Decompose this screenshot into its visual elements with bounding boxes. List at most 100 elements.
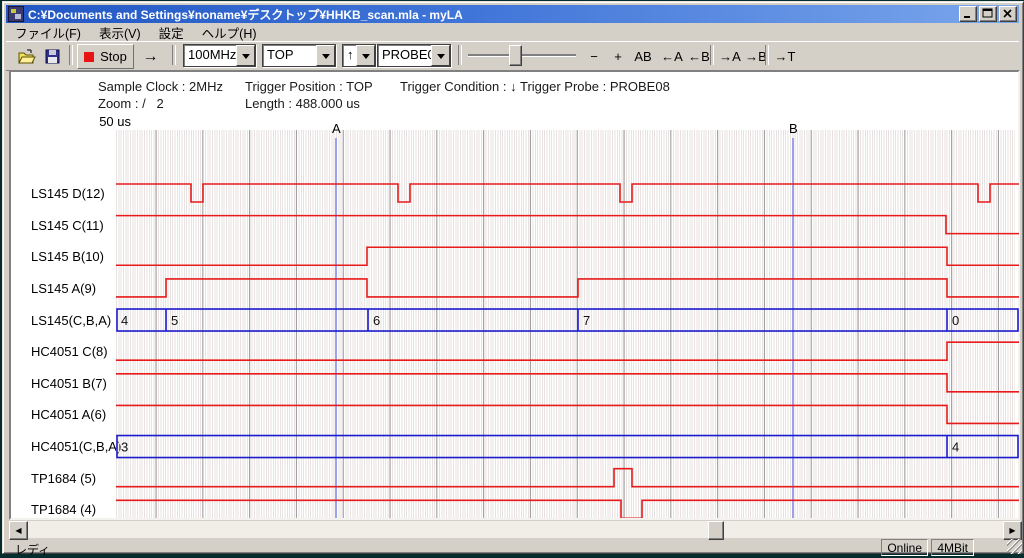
channel-label: LS145 D(12): [31, 186, 117, 201]
menu-item[interactable]: 設定: [150, 22, 193, 43]
chevron-down-icon[interactable]: [356, 45, 375, 66]
maximize-icon: [982, 8, 994, 20]
toolbar-button-A[interactable]: →A: [717, 44, 743, 69]
waveform-canvas[interactable]: 4 5 6 7 0 3 4: [116, 112, 1019, 518]
bus-trace: [117, 309, 1018, 331]
status-bar: レディ Online 4MBit: [6, 540, 1022, 555]
scroll-left-button[interactable]: ◀: [9, 521, 28, 540]
signal-trace: [116, 405, 1019, 423]
stop-button[interactable]: Stop: [77, 44, 134, 69]
horizontal-scrollbar[interactable]: ◀ ▶: [9, 521, 1020, 538]
info-trigger-position: Trigger Position : TOP: [245, 79, 373, 94]
status-memory-panel: 4MBit: [931, 539, 974, 556]
signal-trace: [116, 216, 1019, 234]
bus-trace: [117, 436, 1018, 458]
info-trigger-condition: Trigger Condition : ↓: [400, 79, 517, 94]
bus-value: 0: [952, 313, 959, 328]
toolbar-separator: [172, 45, 176, 65]
toolbar-separator: [458, 45, 462, 65]
channel-label: LS145 B(10): [31, 249, 117, 264]
bus-value: 4: [121, 313, 128, 328]
bus-value: 4: [952, 440, 959, 455]
toolbar-button-AB[interactable]: AB: [629, 44, 657, 69]
trigger-probe-combo[interactable]: PROBE00: [377, 44, 451, 67]
scrollbar-thumb[interactable]: [708, 521, 724, 540]
channel-label: LS145 A(9): [31, 281, 117, 296]
trigger-edge-value: ↑: [343, 45, 356, 66]
status-ready-text: レディ: [15, 541, 50, 558]
run-button[interactable]: →: [137, 44, 164, 69]
sample-clock-value: 100MHz: [184, 45, 236, 66]
zoom-slider-track[interactable]: [468, 54, 576, 57]
toolbar: Stop → 100MHz TOP ↑ PROBE00 −+AB←A←B→A→B…: [6, 41, 1019, 71]
signal-trace: [116, 469, 1019, 487]
waveform-client-area: Sample Clock : 2MHz Trigger Position : TO…: [9, 70, 1020, 520]
signal-trace: [116, 500, 1019, 518]
save-floppy-icon: [45, 49, 60, 64]
channel-label: TP1684 (5): [31, 471, 117, 486]
bus-value: 6: [373, 313, 380, 328]
arrow-right-icon: ▶: [1009, 526, 1015, 535]
bus-value: 3: [121, 440, 128, 455]
title-bar[interactable]: C:¥Documents and Settings¥noname¥デスクトップ¥…: [6, 5, 1019, 23]
toolbar-separator: [710, 45, 714, 65]
scroll-right-button[interactable]: ▶: [1003, 521, 1022, 540]
open-folder-icon: [18, 49, 36, 64]
stop-icon: [84, 52, 94, 62]
stop-label: Stop: [100, 49, 127, 64]
save-button[interactable]: [39, 44, 66, 69]
trigger-edge-combo[interactable]: ↑: [342, 44, 376, 67]
minimize-icon: [962, 8, 974, 20]
toolbar-button-T[interactable]: →T: [772, 44, 798, 69]
toolbar-button-[interactable]: −: [582, 44, 606, 69]
marker-b-label[interactable]: B: [789, 121, 798, 136]
window-title: C:¥Documents and Settings¥noname¥デスクトップ¥…: [28, 6, 957, 23]
signal-trace: [116, 184, 1019, 202]
chevron-down-icon[interactable]: [431, 45, 450, 66]
trigger-probe-value: PROBE00: [378, 45, 431, 66]
sample-clock-combo[interactable]: 100MHz: [183, 44, 256, 67]
channel-label: HC4051(C,B,A): [31, 439, 117, 454]
menu-item[interactable]: 表示(V): [90, 22, 150, 43]
close-icon: [1002, 8, 1014, 20]
signal-trace: [116, 374, 1019, 392]
signal-trace: [116, 342, 1019, 360]
zoom-slider-thumb[interactable]: [509, 45, 522, 66]
status-online-panel: Online: [881, 539, 928, 556]
chevron-down-icon[interactable]: [316, 45, 335, 66]
minimize-button[interactable]: [959, 6, 977, 22]
channel-label: HC4051 A(6): [31, 407, 117, 422]
channel-label: LS145 C(11): [31, 218, 117, 233]
toolbar-button-[interactable]: +: [606, 44, 630, 69]
resize-grip[interactable]: [1007, 539, 1022, 554]
signal-trace: [116, 279, 1019, 297]
marker-a-label[interactable]: A: [332, 121, 341, 136]
channel-label: HC4051 B(7): [31, 376, 117, 391]
bus-value: 7: [583, 313, 590, 328]
info-zoom: Zoom : / 2: [98, 96, 164, 111]
arrow-left-icon: ◀: [15, 526, 21, 535]
toolbar-separator: [69, 45, 73, 65]
trigger-position-combo[interactable]: TOP: [262, 44, 336, 67]
menu-bar: ファイル(F)表示(V)設定ヘルプ(H): [6, 23, 1019, 41]
maximize-button[interactable]: [979, 6, 997, 22]
run-arrow-icon: →: [143, 48, 159, 66]
channel-label: HC4051 C(8): [31, 344, 117, 359]
toolbar-button-B[interactable]: ←B: [686, 44, 712, 69]
close-button[interactable]: [999, 6, 1017, 22]
bus-value: 5: [171, 313, 178, 328]
app-icon: [8, 6, 24, 22]
info-trigger-probe: Trigger Probe : PROBE08: [520, 79, 670, 94]
toolbar-separator: [765, 45, 769, 65]
open-file-button[interactable]: [13, 44, 40, 69]
menu-item[interactable]: ヘルプ(H): [193, 22, 266, 43]
toolbar-button-A[interactable]: ←A: [659, 44, 685, 69]
channel-label: TP1684 (4): [31, 502, 117, 517]
menu-item[interactable]: ファイル(F): [6, 22, 90, 43]
chevron-down-icon[interactable]: [236, 45, 255, 66]
info-sample-clock: Sample Clock : 2MHz: [98, 79, 223, 94]
signal-trace: [116, 247, 1019, 265]
app-window: C:¥Documents and Settings¥noname¥デスクトップ¥…: [2, 1, 1024, 554]
trigger-position-value: TOP: [263, 45, 316, 66]
info-length: Length : 488.000 us: [245, 96, 360, 111]
